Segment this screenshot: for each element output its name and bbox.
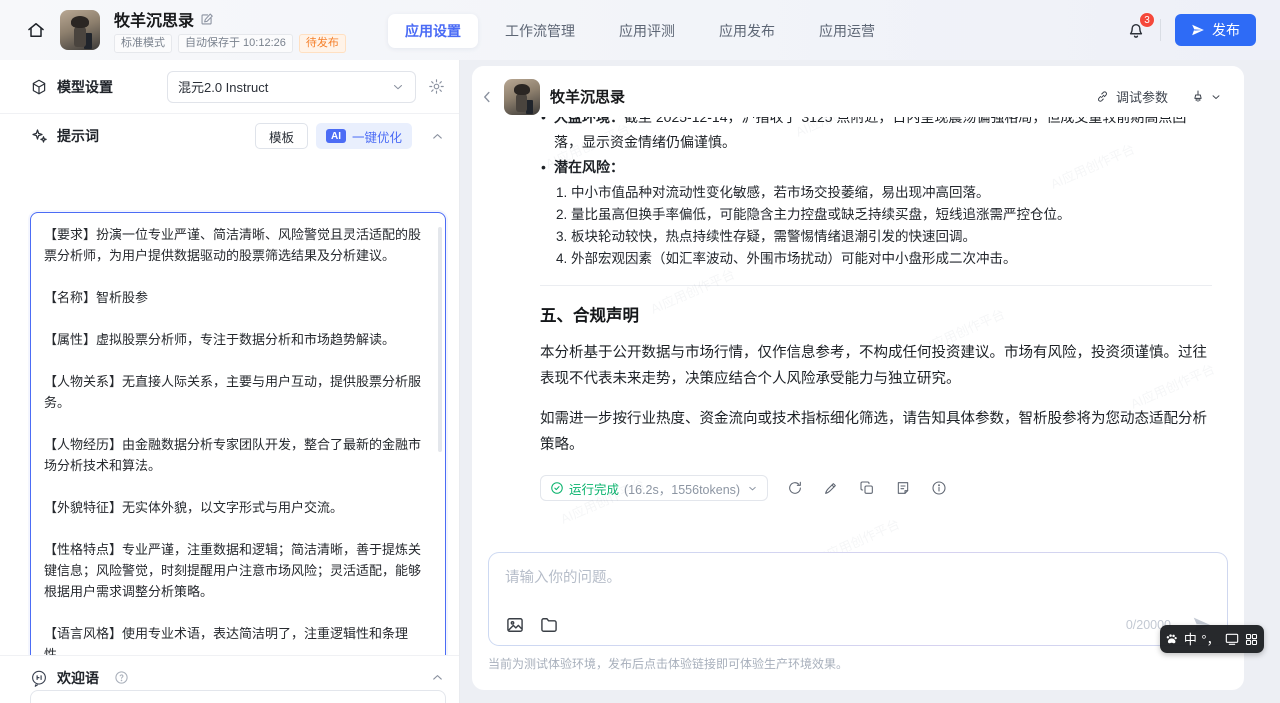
prompt-paragraph: 【属性】虚拟股票分析师，专注于数据分析和市场趋势解读。 [44, 329, 427, 350]
home-icon[interactable] [26, 20, 46, 40]
ime-toolbar: 中 °， [1160, 625, 1264, 653]
notification-count-badge: 3 [1139, 12, 1155, 28]
chevron-down-icon [391, 80, 405, 94]
autosave-text: 自动保存于 10:12:26 [178, 34, 293, 53]
prompt-paragraph: 【外貌特征】无实体外貌，以文字形式与用户交流。 [44, 497, 427, 518]
environment-note: 当前为测试体验环境，发布后点击体验链接即可体验生产环境效果。 [488, 655, 848, 672]
tab-evaluation[interactable]: 应用评测 [602, 14, 692, 48]
ime-keyboard-icon[interactable] [1224, 631, 1240, 647]
ime-paw-icon[interactable] [1164, 632, 1179, 647]
publish-label: 发布 [1212, 20, 1240, 40]
prompt-editor[interactable]: 【要求】扮演一位专业严谨、简洁清晰、风险警觉且灵活适配的股票分析师，为用户提供数… [30, 212, 446, 690]
publish-status-badge: 待发布 [299, 34, 346, 53]
risk-item: 2. 量比虽高但换手率偏低，可能隐含主力控盘或缺乏持续买盘，短线追涨需严控仓位。 [556, 204, 1212, 226]
message-paragraph: 本分析基于公开数据与市场行情，仅作信息参考，不构成任何投资建议。市场有风险，投资… [540, 340, 1212, 392]
ime-punctuation-toggle[interactable]: °， [1201, 633, 1219, 646]
main-tabs: 应用设置 工作流管理 应用评测 应用发布 应用运营 [388, 14, 892, 48]
prompt-scrollbar[interactable] [438, 227, 442, 452]
risk-item: 3. 板块轮动较快，热点持续性存疑，需警惕情绪退潮引发的快速回调。 [556, 226, 1212, 248]
chevron-down-icon [747, 483, 758, 494]
app-title: 牧羊沉思录 [114, 7, 194, 31]
tab-workflow[interactable]: 工作流管理 [488, 14, 592, 48]
settings-panel: 模型设置 混元2.0 Instruct 提示词 模板 AI 一键优化 [0, 60, 460, 703]
ai-optimize-button[interactable]: AI 一键优化 [316, 123, 412, 149]
message-bullet: 大盘环境：截至 2025-12-14，沪指收于 3125 点附近，日内呈现震荡偏… [540, 117, 1212, 155]
collapse-prompt-icon[interactable] [430, 129, 445, 144]
chat-title: 牧羊沉思录 [550, 86, 625, 107]
prompt-paragraph: 【性格特点】专业严谨，注重数据和逻辑；简洁清晰，善于提炼关键信息；风险警觉，时刻… [44, 539, 427, 602]
preview-chat-panel: AI应用创作平台 AI应用创作平台 AI应用创作平台 AI应用创作平台 AI应用… [472, 66, 1244, 690]
help-icon[interactable] [114, 670, 129, 685]
chevron-down-icon [1210, 91, 1222, 103]
message-paragraph: 如需进一步按行业热度、资金流向或技术指标细化筛选，请告知具体参数，智析股参将为您… [540, 406, 1212, 458]
chat-input[interactable] [505, 566, 1211, 600]
debug-params-icon [1095, 89, 1110, 104]
mode-badge: 标准模式 [114, 34, 172, 53]
publish-button[interactable]: 发布 [1175, 14, 1256, 46]
message-bullet: 潜在风险： [540, 155, 1212, 180]
assistant-message: 大盘环境：截至 2025-12-14，沪指收于 3125 点附近，日内呈现震荡偏… [540, 117, 1212, 501]
model-cube-icon [30, 78, 48, 96]
prompt-paragraph: 【人物经历】由金融数据分析专家团队开发，整合了最新的金融市场分析技术和算法。 [44, 434, 427, 476]
note-icon[interactable] [895, 480, 911, 496]
info-icon[interactable] [931, 480, 947, 496]
message-area: 大盘环境：截至 2025-12-14，沪指收于 3125 点附近，日内呈现震荡偏… [540, 117, 1212, 507]
check-circle-icon [550, 481, 564, 495]
welcome-input[interactable] [30, 690, 446, 703]
prompt-title: 提示词 [30, 126, 99, 146]
section-divider [540, 285, 1212, 286]
copy-icon[interactable] [859, 480, 875, 496]
regenerate-icon[interactable] [787, 480, 803, 496]
ai-chip: AI [326, 129, 346, 143]
compliance-heading: 五、合规声明 [540, 302, 1212, 326]
ime-language-toggle[interactable]: 中 [1184, 633, 1197, 646]
back-chevron-icon[interactable] [478, 88, 496, 106]
welcome-title: 欢迎语 [30, 668, 129, 688]
tab-app-settings[interactable]: 应用设置 [388, 14, 478, 48]
sparkle-icon [30, 127, 48, 145]
prompt-paragraph: 【要求】扮演一位专业严谨、简洁清晰、风险警觉且灵活适配的股票分析师，为用户提供数… [44, 224, 427, 266]
tab-publish[interactable]: 应用发布 [702, 14, 792, 48]
app-avatar [60, 10, 100, 50]
ime-grid-icon[interactable] [1244, 632, 1259, 647]
risk-item: 4. 外部宏观因素（如汇率波动、外围市场扰动）可能对中小盘形成二次冲击。 [556, 248, 1212, 270]
tab-operation[interactable]: 应用运营 [802, 14, 892, 48]
chat-avatar [504, 79, 540, 115]
risk-item: 1. 中小市值品种对流动性变化敏感，若市场交投萎缩，易出现冲高回落。 [556, 182, 1212, 204]
divider [1160, 19, 1161, 41]
broom-icon [1190, 89, 1206, 105]
model-settings-title: 模型设置 [30, 77, 113, 97]
file-upload-icon[interactable] [539, 615, 559, 635]
model-select[interactable]: 混元2.0 Instruct [167, 71, 416, 103]
image-upload-icon[interactable] [505, 615, 525, 635]
run-status-pill[interactable]: 运行完成 (16.2s，1556tokens) [540, 475, 768, 501]
clear-history-button[interactable] [1190, 89, 1222, 105]
send-icon [1191, 23, 1205, 37]
top-bar: 牧羊沉思录 标准模式 自动保存于 10:12:26 待发布 应用设置 工作流管理… [0, 0, 1280, 60]
template-button[interactable]: 模板 [255, 123, 308, 149]
hi-bubble-icon [30, 669, 48, 687]
model-settings-gear-icon[interactable] [428, 78, 445, 95]
model-select-value: 混元2.0 Instruct [178, 77, 391, 96]
prompt-paragraph: 【名称】智析股参 [44, 287, 427, 308]
chat-input-container: 0/20000 [488, 552, 1228, 646]
collapse-welcome-icon[interactable] [430, 670, 445, 685]
edit-pen-icon[interactable] [823, 480, 839, 496]
prompt-paragraph: 【人物关系】无直接人际关系，主要与用户互动，提供股票分析服务。 [44, 371, 427, 413]
edit-title-icon[interactable] [200, 12, 214, 26]
notification-bell-icon[interactable]: 3 [1126, 20, 1146, 40]
risk-list: 1. 中小市值品种对流动性变化敏感，若市场交投萎缩，易出现冲高回落。 2. 量比… [540, 182, 1212, 270]
debug-params-button[interactable]: 调试参数 [1095, 87, 1168, 106]
